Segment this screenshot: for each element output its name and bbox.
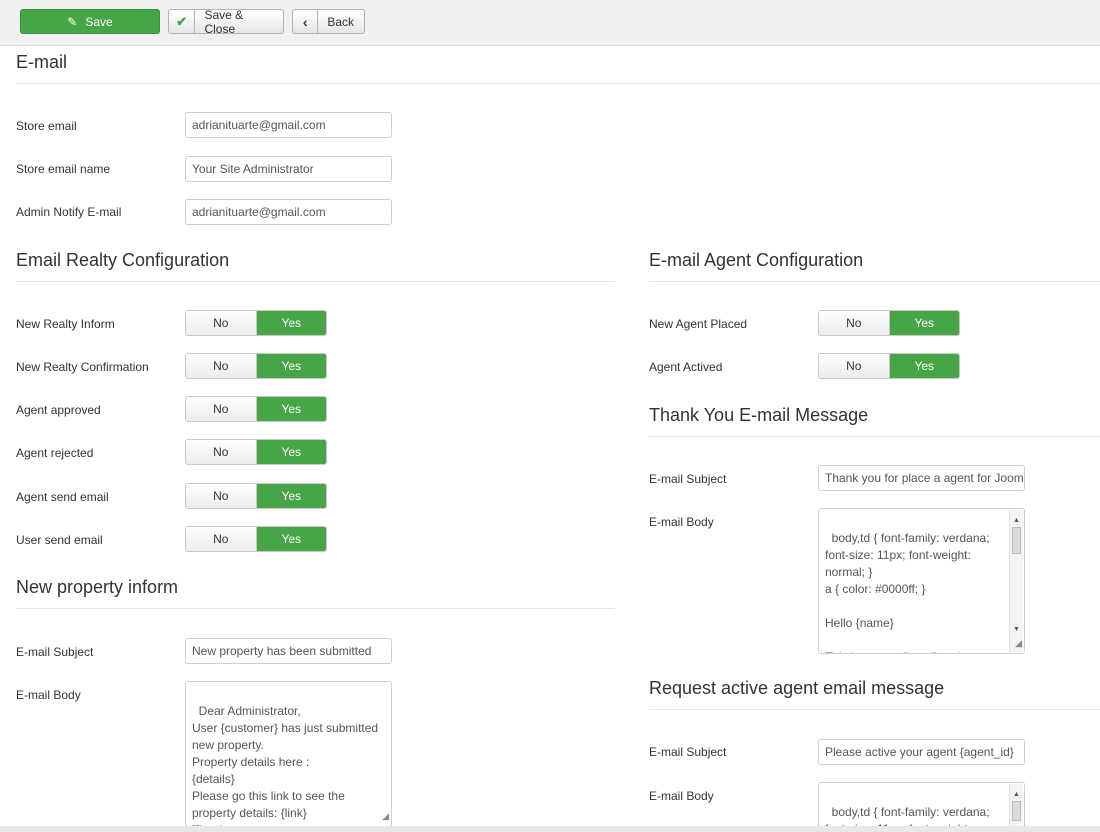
toggle-label-new-realty-confirmation: New Realty Confirmation: [16, 360, 149, 374]
np-subject-input[interactable]: New property has been submitted: [185, 638, 392, 664]
resize-handle-icon[interactable]: ◢: [382, 808, 389, 825]
ty-body-label: E-mail Body: [649, 515, 714, 529]
toggle-label-new-realty-inform: New Realty Inform: [16, 317, 115, 331]
save-button-label: Save: [85, 14, 113, 29]
toggle-yes-option[interactable]: Yes: [889, 311, 959, 335]
toolbar: ✎ Save ✔ Save & Close ‹ Back: [0, 0, 1100, 46]
agent-approved-toggle: No Yes: [185, 396, 327, 422]
request-active-heading: Request active agent email message: [649, 678, 1100, 710]
back-button[interactable]: ‹ Back: [292, 9, 365, 34]
bottom-strip: [0, 826, 1100, 832]
store-email-input[interactable]: adrianituarte@gmail.com: [185, 112, 392, 138]
ra-body-label: E-mail Body: [649, 789, 714, 803]
realty-config-heading: Email Realty Configuration: [16, 250, 615, 282]
agent-send-email-toggle: No Yes: [185, 483, 327, 509]
thank-you-heading: Thank You E-mail Message: [649, 405, 1100, 437]
edit-icon: ✎: [67, 14, 78, 29]
save-button[interactable]: ✎ Save: [20, 9, 160, 34]
ra-subject-input[interactable]: Please active your agent {agent_id}: [818, 739, 1025, 765]
resize-handle-icon[interactable]: ◢: [1015, 635, 1022, 652]
back-label: Back: [327, 14, 354, 29]
scroll-thumb[interactable]: [1012, 801, 1021, 821]
email-heading: E-mail: [16, 52, 1100, 84]
toggle-label-agent-approved: Agent approved: [16, 403, 101, 417]
toggle-label-new-agent-placed: New Agent Placed: [649, 317, 748, 331]
new-agent-placed-toggle: No Yes: [818, 310, 960, 336]
ra-body-textarea[interactable]: body,td { font-family: verdana; font-siz…: [818, 782, 1025, 832]
np-body-text: Dear Administrator, User {customer} has …: [192, 704, 379, 826]
agent-config-heading: E-mail Agent Configuration: [649, 250, 1100, 282]
toggle-no-option[interactable]: No: [819, 311, 890, 335]
store-email-label: Store email: [16, 119, 77, 133]
toggle-no-option[interactable]: No: [186, 484, 257, 508]
toggle-yes-option[interactable]: Yes: [256, 397, 326, 421]
ty-body-text: body,td { font-family: verdana; font-siz…: [825, 531, 997, 653]
toggle-yes-option[interactable]: Yes: [256, 354, 326, 378]
chevron-left-icon: ‹: [293, 10, 319, 33]
admin-notify-label: Admin Notify E-mail: [16, 205, 122, 219]
toggle-no-option[interactable]: No: [819, 354, 890, 378]
store-email-name-input[interactable]: Your Site Administrator: [185, 156, 392, 182]
ty-subject-input[interactable]: Thank you for place a agent for Joomla: [818, 465, 1025, 491]
new-property-heading: New property inform: [16, 577, 615, 609]
toggle-label-agent-send-email: Agent send email: [16, 490, 109, 504]
toggle-yes-option[interactable]: Yes: [256, 440, 326, 464]
user-send-email-toggle: No Yes: [185, 526, 327, 552]
ra-subject-label: E-mail Subject: [649, 745, 727, 759]
toggle-no-option[interactable]: No: [186, 397, 257, 421]
admin-notify-input[interactable]: adrianituarte@gmail.com: [185, 199, 392, 225]
new-realty-confirmation-toggle: No Yes: [185, 353, 327, 379]
toggle-no-option[interactable]: No: [186, 527, 257, 551]
toggle-no-option[interactable]: No: [186, 311, 257, 335]
np-body-label: E-mail Body: [16, 688, 81, 702]
toggle-label-agent-actived: Agent Actived: [649, 360, 723, 374]
ty-body-textarea[interactable]: body,td { font-family: verdana; font-siz…: [818, 508, 1025, 654]
agent-rejected-toggle: No Yes: [185, 439, 327, 465]
toggle-no-option[interactable]: No: [186, 440, 257, 464]
save-close-button[interactable]: ✔ Save & Close: [168, 7, 284, 36]
np-body-textarea[interactable]: Dear Administrator, User {customer} has …: [185, 681, 392, 827]
agent-actived-toggle: No Yes: [818, 353, 960, 379]
np-subject-label: E-mail Subject: [16, 645, 94, 659]
save-close-label: Save & Close: [204, 7, 244, 36]
scroll-thumb[interactable]: [1012, 527, 1021, 554]
toggle-yes-option[interactable]: Yes: [256, 484, 326, 508]
toggle-label-user-send-email: User send email: [16, 533, 103, 547]
scrollbar[interactable]: ▲: [1009, 784, 1023, 830]
new-realty-inform-toggle: No Yes: [185, 310, 327, 336]
store-email-name-label: Store email name: [16, 162, 111, 176]
toggle-yes-option[interactable]: Yes: [889, 354, 959, 378]
ty-subject-label: E-mail Subject: [649, 472, 727, 486]
toggle-yes-option[interactable]: Yes: [256, 311, 326, 335]
toggle-yes-option[interactable]: Yes: [256, 527, 326, 551]
toggle-label-agent-rejected: Agent rejected: [16, 446, 94, 460]
toggle-no-option[interactable]: No: [186, 354, 257, 378]
scrollbar[interactable]: ▲ ▼: [1009, 510, 1023, 652]
checkmark-icon: ✔: [169, 10, 196, 33]
